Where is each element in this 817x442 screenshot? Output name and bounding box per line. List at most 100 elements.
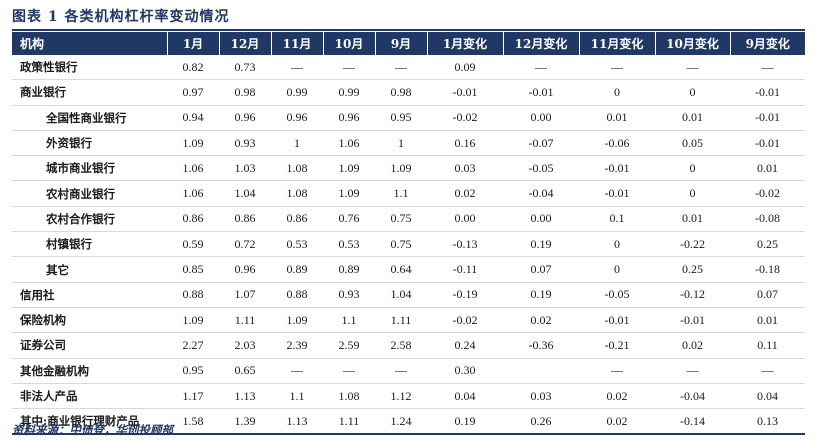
table-cell: 0.93 bbox=[219, 130, 271, 157]
table-cell: -0.05 bbox=[579, 282, 655, 308]
table-body: 政策性银行 0.82 0.73— — —0.09— — — — 商业银行 0.97 0.98 0.99… bbox=[12, 55, 805, 436]
table-cell: 1.09 bbox=[167, 307, 219, 334]
table-cell: 0.13 bbox=[730, 408, 805, 436]
table-cell: 0.88 bbox=[167, 282, 219, 308]
table-cell: -0.18 bbox=[730, 256, 805, 283]
table-cell: 0.01 bbox=[655, 206, 730, 233]
table-cell: 0.86 bbox=[271, 206, 323, 233]
row-label: 政策性银行 bbox=[12, 55, 167, 81]
table-cell: 0.96 bbox=[219, 105, 271, 131]
table-cell: 1.24 bbox=[375, 408, 427, 436]
table-cell: 0.96 bbox=[323, 105, 375, 131]
table-cell: 0.1 bbox=[579, 206, 655, 233]
table-cell: 0.02 bbox=[503, 307, 579, 334]
table-header-row: 机构 1月 12月 11月 10月 9月 1月变化 12月变化 11月变化 10月变化 9月变化 bbox=[12, 32, 805, 55]
table-cell: 1.09 bbox=[167, 130, 219, 157]
figure-title: 图表 1 各类机构杠杆率变动情况 bbox=[12, 9, 230, 25]
table-cell: 0.26 bbox=[503, 408, 579, 436]
table-cell: — bbox=[323, 358, 375, 384]
table-cell: — bbox=[730, 358, 805, 384]
table-cell: 0.01 bbox=[655, 105, 730, 131]
table-cell: 0.03 bbox=[427, 155, 503, 182]
column-header: 11月 bbox=[270, 32, 323, 55]
table-cell: 0.96 bbox=[219, 256, 271, 283]
table-cell: 1 bbox=[271, 130, 323, 157]
row-label: 保险机构 bbox=[12, 307, 167, 334]
table-cell: 0.64 bbox=[375, 256, 427, 283]
table-cell: 0.72 bbox=[219, 231, 271, 258]
table-cell: 0.75 bbox=[375, 231, 427, 258]
table-row: 农村商业银行 1.06 1.04 1.08 1.09 1.1 0.02 -0.04 -0.01 0… bbox=[12, 180, 805, 207]
table-cell: 1.13 bbox=[219, 383, 271, 410]
table-cell: 0.86 bbox=[219, 206, 271, 233]
column-header: 9月 bbox=[374, 32, 427, 55]
table-cell: 1.04 bbox=[375, 282, 427, 308]
table-cell: 0.82 bbox=[167, 55, 219, 81]
row-label: 城市商业银行 bbox=[12, 155, 167, 182]
column-header: 9月变化 bbox=[729, 32, 805, 55]
table-cell: — bbox=[655, 358, 730, 384]
table-cell: -0.06 bbox=[579, 130, 655, 157]
table-cell: 1.11 bbox=[375, 307, 427, 334]
table-cell: 0.76 bbox=[323, 206, 375, 233]
table-row: 商业银行 0.97 0.98 0.99 0.99 0.98 -0.01 -0.01 0 0 -0.0… bbox=[12, 79, 805, 106]
table-cell: 0 bbox=[579, 231, 655, 258]
table-cell: -0.21 bbox=[579, 332, 655, 359]
table-cell: 2.27 bbox=[167, 332, 219, 359]
table-cell: 0.05 bbox=[655, 130, 730, 157]
table-cell: 0.95 bbox=[375, 105, 427, 131]
table-cell: -0.13 bbox=[427, 231, 503, 258]
table-cell: 0 bbox=[579, 79, 655, 106]
table-cell: 1.11 bbox=[219, 307, 271, 334]
table-cell: 0.00 bbox=[503, 105, 579, 131]
table-cell: 1.09 bbox=[323, 155, 375, 182]
table-cell: -0.05 bbox=[503, 155, 579, 182]
table-cell: 0.25 bbox=[655, 256, 730, 283]
column-header: 10月 bbox=[322, 32, 375, 55]
row-label: 商业银行 bbox=[12, 79, 167, 106]
table-cell: 0.07 bbox=[730, 282, 805, 308]
table-cell: -0.11 bbox=[427, 256, 503, 283]
table-cell: -0.02 bbox=[427, 105, 503, 131]
table-cell: 0.03 bbox=[503, 383, 579, 410]
table-cell: 0.75 bbox=[375, 206, 427, 233]
table-cell: 0.11 bbox=[730, 332, 805, 359]
source-note: 资料来源：中债登，华创投顾部 bbox=[12, 423, 173, 437]
row-label: 证券公司 bbox=[12, 332, 167, 359]
column-header: 10月变化 bbox=[654, 32, 730, 55]
column-header: 12月 bbox=[218, 32, 271, 55]
table-cell: 1.08 bbox=[323, 383, 375, 410]
table-cell: 1.03 bbox=[219, 155, 271, 182]
table-cell: 0.02 bbox=[427, 180, 503, 207]
table-row: 城市商业银行 1.06 1.03 1.08 1.09 1.09 0.03 -0.05 -0.01… bbox=[12, 155, 805, 182]
row-label: 外资银行 bbox=[12, 130, 167, 157]
table-cell: 0.30 bbox=[427, 358, 503, 384]
column-header-institution: 机构 bbox=[12, 32, 167, 55]
table-row: 农村合作银行 0.86 0.86 0.86 0.76 0.75 0.00 0.00 0.1 0.0… bbox=[12, 206, 805, 233]
table-cell: 0.98 bbox=[375, 79, 427, 106]
table-cell: 1.12 bbox=[375, 383, 427, 410]
row-label: 其它 bbox=[12, 256, 167, 283]
column-header: 1月变化 bbox=[426, 32, 503, 55]
table-cell: 1.08 bbox=[271, 155, 323, 182]
table-cell: 0.59 bbox=[167, 231, 219, 258]
table-cell: -0.14 bbox=[655, 408, 730, 436]
table-cell: -0.22 bbox=[655, 231, 730, 258]
table-cell: 1.08 bbox=[271, 180, 323, 207]
table-cell: 0.04 bbox=[730, 383, 805, 410]
table-cell: 1.06 bbox=[167, 180, 219, 207]
table-cell: 1 bbox=[375, 130, 427, 157]
table-cell: 0.97 bbox=[167, 79, 219, 106]
table-cell: 1.09 bbox=[375, 155, 427, 182]
table-cell: — bbox=[375, 55, 427, 81]
table-cell: 0.19 bbox=[427, 408, 503, 436]
table-cell: -0.04 bbox=[503, 180, 579, 207]
table-cell: — bbox=[271, 358, 323, 384]
table-row: 证券公司 2.27 2.03 2.39 2.59 2.58 0.24 -0.36 -0.21 0.… bbox=[12, 332, 805, 359]
table-cell: -0.01 bbox=[503, 79, 579, 106]
table-cell: 0.01 bbox=[730, 155, 805, 182]
table-row: 全国性商业银行 0.94 0.96 0.96 0.96 0.95 -0.02 0.00 0.01… bbox=[12, 105, 805, 131]
table-cell: 0.89 bbox=[271, 256, 323, 283]
table-cell: 2.59 bbox=[323, 332, 375, 359]
table-cell: 0.02 bbox=[655, 332, 730, 359]
